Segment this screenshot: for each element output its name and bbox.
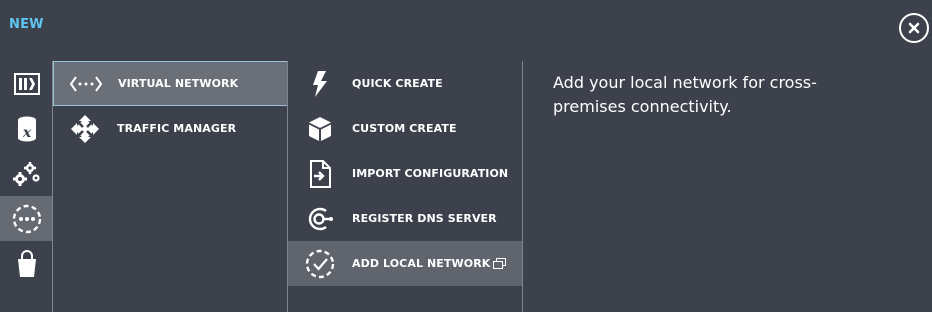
close-icon bbox=[908, 22, 920, 34]
app-services-icon bbox=[12, 161, 40, 186]
action-quick-create[interactable]: QUICK CREATE bbox=[288, 61, 522, 106]
lightning-icon bbox=[313, 70, 327, 97]
local-network-icon bbox=[305, 249, 335, 278]
category-rail: x bbox=[0, 61, 53, 312]
page-title: NEW bbox=[9, 17, 44, 32]
action-label: IMPORT CONFIGURATION bbox=[352, 167, 509, 180]
rail-item-network-services[interactable] bbox=[0, 196, 53, 241]
service-item-traffic-manager[interactable]: TRAFFIC MANAGER bbox=[53, 106, 288, 151]
service-list: VIRTUAL NETWORK TRAFFIC MANAGER bbox=[53, 61, 288, 312]
action-list: QUICK CREATE CUSTOM CREATE IMPORT CONFIG… bbox=[288, 61, 522, 312]
cube-icon bbox=[309, 116, 331, 141]
column-divider-2 bbox=[522, 61, 523, 312]
action-label: ADD LOCAL NETWORK bbox=[352, 257, 491, 270]
dns-server-icon bbox=[308, 207, 333, 230]
virtual-network-icon bbox=[70, 75, 102, 92]
service-item-virtual-network[interactable]: VIRTUAL NETWORK bbox=[53, 61, 288, 106]
open-window-icon[interactable] bbox=[493, 258, 506, 269]
rail-item-data-services[interactable]: x bbox=[0, 106, 53, 151]
action-register-dns-server[interactable]: REGISTER DNS SERVER bbox=[288, 196, 522, 241]
compute-icon bbox=[13, 72, 40, 95]
service-label: VIRTUAL NETWORK bbox=[118, 77, 239, 90]
store-icon bbox=[17, 249, 36, 277]
action-custom-create[interactable]: CUSTOM CREATE bbox=[288, 106, 522, 151]
action-label: CUSTOM CREATE bbox=[352, 122, 457, 135]
network-services-icon bbox=[12, 204, 41, 233]
svg-text:x: x bbox=[21, 125, 31, 141]
rail-item-app-services[interactable] bbox=[0, 151, 53, 196]
action-label: QUICK CREATE bbox=[352, 77, 443, 90]
traffic-manager-icon bbox=[71, 114, 99, 143]
rail-item-compute[interactable] bbox=[0, 61, 53, 106]
description-text: Add your local network for cross-premise… bbox=[553, 73, 817, 116]
service-label: TRAFFIC MANAGER bbox=[117, 122, 237, 135]
close-button[interactable] bbox=[899, 13, 929, 43]
rail-item-store[interactable] bbox=[0, 241, 53, 286]
action-label: REGISTER DNS SERVER bbox=[352, 212, 497, 225]
action-import-configuration[interactable]: IMPORT CONFIGURATION bbox=[288, 151, 522, 196]
action-add-local-network[interactable]: ADD LOCAL NETWORK bbox=[288, 241, 522, 286]
data-services-icon: x bbox=[17, 116, 36, 141]
import-file-icon bbox=[310, 159, 331, 188]
